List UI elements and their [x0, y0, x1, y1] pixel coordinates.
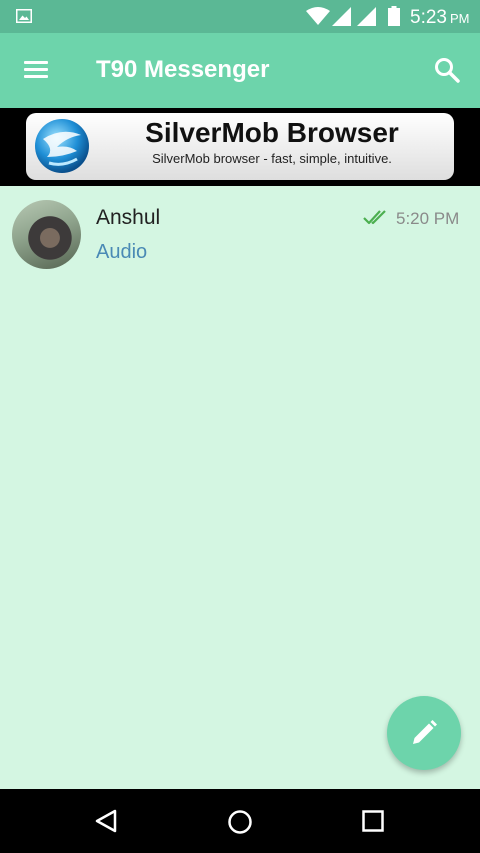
app-bar: T90 Messenger	[0, 33, 480, 108]
signal-icon	[332, 7, 351, 31]
last-message-preview: Audio	[96, 241, 148, 263]
gallery-icon	[16, 9, 32, 28]
browser-logo-icon	[33, 117, 91, 180]
chat-list-item[interactable]: Anshul Audio 5:20 PM	[0, 186, 480, 282]
back-icon[interactable]	[94, 809, 118, 838]
ad-subtitle: SilverMob browser - fast, simple, intuit…	[152, 151, 392, 166]
screen: 5:23 PM T90 Messenger SilverMob Browser …	[0, 0, 480, 853]
status-time-ampm: PM	[449, 11, 470, 26]
compose-button[interactable]	[387, 696, 461, 770]
contact-name: Anshul	[96, 206, 161, 229]
recents-icon[interactable]	[362, 810, 384, 837]
ad-banner: SilverMob Browser SilverMob browser - fa…	[0, 108, 480, 186]
signal-icon	[357, 7, 376, 31]
home-icon[interactable]	[227, 809, 253, 840]
ad-title: SilverMob Browser	[145, 117, 399, 148]
double-check-icon	[363, 209, 391, 230]
wifi-icon	[306, 6, 330, 31]
status-bar: 5:23 PM	[0, 0, 480, 33]
navigation-bar	[0, 789, 480, 853]
search-icon[interactable]	[434, 57, 460, 88]
status-time-value: 5:23	[410, 7, 447, 28]
menu-icon[interactable]	[24, 61, 48, 79]
pencil-icon	[413, 720, 437, 744]
message-time: 5:20 PM	[396, 209, 460, 228]
status-time: 5:23 PM	[410, 7, 469, 29]
battery-icon	[388, 6, 400, 31]
avatar[interactable]	[12, 200, 81, 269]
ad-link[interactable]: SilverMob Browser SilverMob browser - fa…	[26, 113, 454, 180]
app-title: T90 Messenger	[96, 56, 270, 83]
